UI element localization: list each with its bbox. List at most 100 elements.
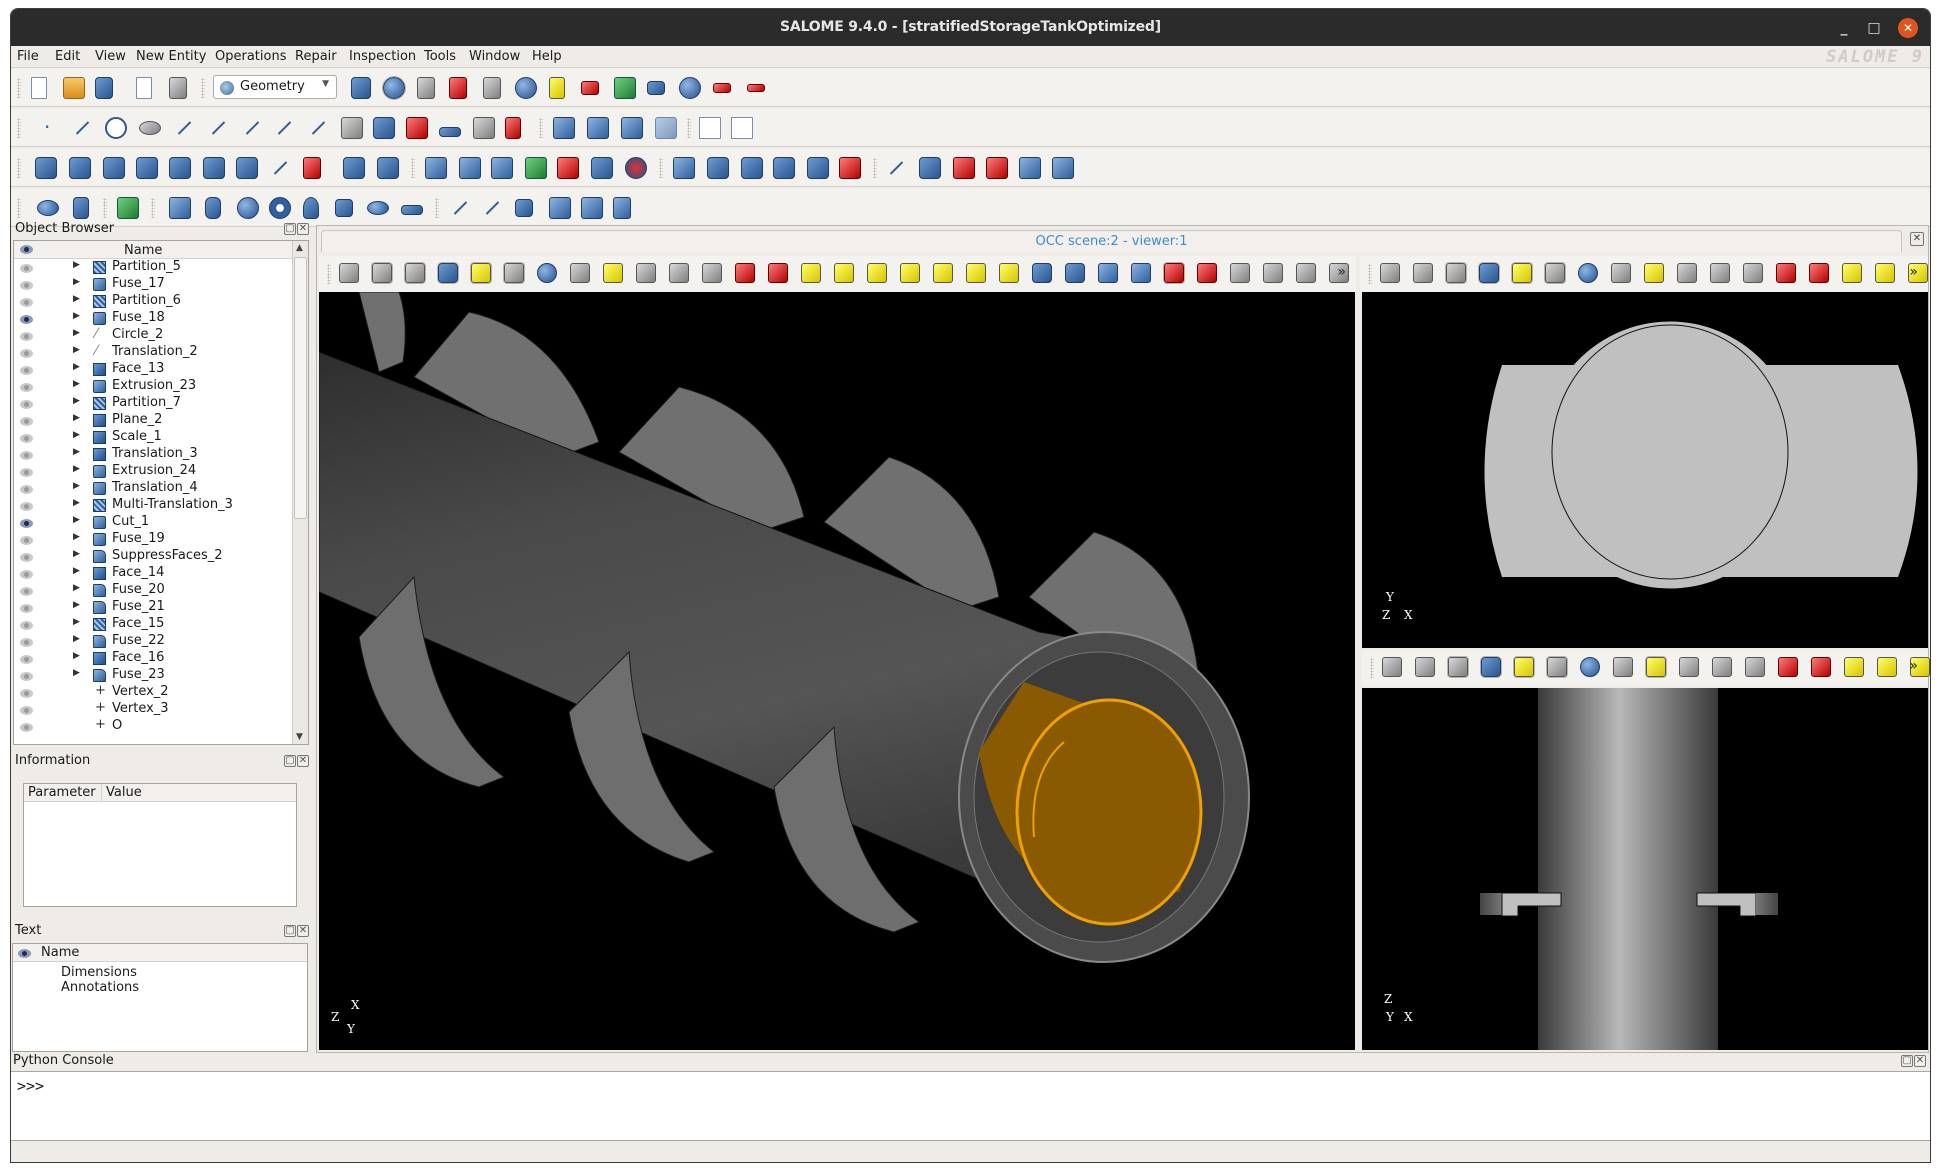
toolbar-grip[interactable] [435,198,439,218]
solid-icon[interactable] [581,197,603,219]
zooming-style-icon[interactable] [404,262,426,284]
dump-view-icon[interactable] [1382,657,1402,677]
fields-icon[interactable] [614,77,636,99]
extend-curve-icon[interactable] [269,157,291,179]
expand-arrow-icon[interactable]: ▶ [73,260,80,270]
tree-item[interactable]: ▶ Partition_6 [14,293,292,310]
expand-arrow-icon[interactable]: ▶ [73,447,80,457]
pipe-path-icon[interactable] [807,157,829,179]
visibility-toggle-icon[interactable] [20,449,33,464]
more-tools-icon[interactable]: » [1909,658,1918,674]
sphere-icon[interactable] [237,197,259,219]
expand-arrow-icon[interactable]: ▶ [73,583,80,593]
shaper-icon[interactable] [351,77,371,99]
tree-item[interactable]: ▶ Partition_5 [14,259,292,276]
tree-item[interactable]: ▶ Fuse_23 [14,667,292,684]
visibility-toggle-icon[interactable] [20,279,33,294]
toolbar-grip[interactable] [411,158,415,178]
network-icon[interactable] [747,84,765,92]
toolbar-grip[interactable] [327,264,331,284]
zoom-icon[interactable] [1778,657,1798,677]
expand-arrow-icon[interactable]: ▶ [73,294,80,304]
dump-view-icon[interactable] [1380,263,1400,283]
tree-item[interactable]: ▶ Face_16 [14,650,292,667]
anticlockwise-icon[interactable] [1098,263,1118,283]
tree-item[interactable]: ▶ Extrusion_23 [14,378,292,395]
circle-icon[interactable] [105,117,127,139]
toolbar-grip[interactable] [201,78,205,98]
toolbar-grip[interactable] [103,198,107,218]
extrude-face-icon[interactable] [986,157,1008,179]
toolbar-grip[interactable] [1370,658,1374,678]
clipping-icon[interactable] [1263,263,1283,283]
line-icon[interactable] [71,117,93,139]
global-pan-icon[interactable] [801,263,821,283]
visibility-toggle-icon[interactable] [20,262,33,277]
float-icon[interactable]: ▢ [284,925,296,937]
minimize-button[interactable]: _ [1834,18,1854,38]
menu-file[interactable]: File [17,49,39,64]
value-column-header[interactable]: Value [102,784,296,802]
preselection-icon[interactable] [1480,656,1502,678]
disk-icon[interactable] [367,201,389,215]
graduated-axes-icon[interactable] [1296,263,1316,283]
cylinder-grid-icon[interactable] [73,197,89,219]
shape-process-icon[interactable] [625,157,647,179]
python-console-input[interactable]: >>> [11,1071,1930,1141]
visibility-toggle-icon[interactable] [20,381,33,396]
visibility-toggle-icon[interactable] [20,568,33,583]
smesh-icon[interactable] [417,77,435,99]
fit-all-icon[interactable] [1677,263,1697,283]
graduated-axes-icon[interactable] [1877,657,1897,677]
multi-translation-icon[interactable] [343,157,365,179]
fit-selection-icon[interactable] [702,263,722,283]
trihedron-icon[interactable] [1644,263,1664,283]
expand-arrow-icon[interactable]: ▶ [73,651,80,661]
expand-arrow-icon[interactable]: ▶ [73,311,80,321]
rectangle-selection-icon[interactable] [503,262,525,284]
rotation-icon[interactable] [69,157,91,179]
visibility-toggle-icon[interactable] [20,551,33,566]
expand-arrow-icon[interactable]: ▶ [73,328,80,338]
partition-icon[interactable] [557,157,579,179]
visibility-toggle-icon[interactable] [20,534,33,549]
shell-icon[interactable] [549,197,571,219]
arc-icon[interactable] [173,117,195,139]
homard-icon[interactable] [549,77,565,99]
viewer-tab[interactable]: OCC scene:2 - viewer:1 [321,230,1902,252]
chamfer-icon[interactable] [953,157,975,179]
curve-icon[interactable] [207,117,229,139]
expand-arrow-icon[interactable]: ▶ [73,549,80,559]
toolbar-grip[interactable] [151,198,155,218]
global-pan-icon[interactable] [1842,263,1862,283]
text-item-dimensions[interactable]: Dimensions [61,965,137,980]
module-select[interactable]: Geometry ▼ [213,75,337,99]
tree-item[interactable]: ▶ Scale_1 [14,429,292,446]
expand-arrow-icon[interactable]: ▶ [73,566,80,576]
ellipse-icon[interactable] [139,121,161,135]
back-view-icon[interactable] [933,263,953,283]
menu-edit[interactable]: Edit [55,49,80,64]
eficas-icon[interactable] [647,81,665,95]
visibility-toggle-icon[interactable] [20,364,33,379]
edge-icon[interactable] [449,197,471,219]
fillet-1d-icon[interactable] [885,157,907,179]
mirror-icon[interactable] [103,157,125,179]
expand-arrow-icon[interactable]: ▶ [73,396,80,406]
menu-inspection[interactable]: Inspection [349,49,416,64]
scroll-up-icon[interactable]: ▲ [296,243,303,253]
visibility-toggle-icon[interactable] [20,721,33,736]
fillet-icon[interactable] [919,157,941,179]
close-icon[interactable]: ✕ [297,223,309,235]
glue-icon[interactable] [591,157,613,179]
polygon-selection-icon[interactable] [537,263,557,283]
t-shape-icon[interactable] [401,205,423,215]
fit-selection-icon[interactable] [1745,657,1765,677]
interaction-style-icon[interactable] [371,262,393,284]
vector-icon[interactable] [241,117,263,139]
close-icon[interactable]: ✕ [1914,1055,1926,1067]
box-icon[interactable] [169,197,191,219]
menu-window[interactable]: Window [469,49,520,64]
float-icon[interactable]: ▢ [284,223,296,235]
more-tools-icon[interactable]: » [1909,264,1918,280]
